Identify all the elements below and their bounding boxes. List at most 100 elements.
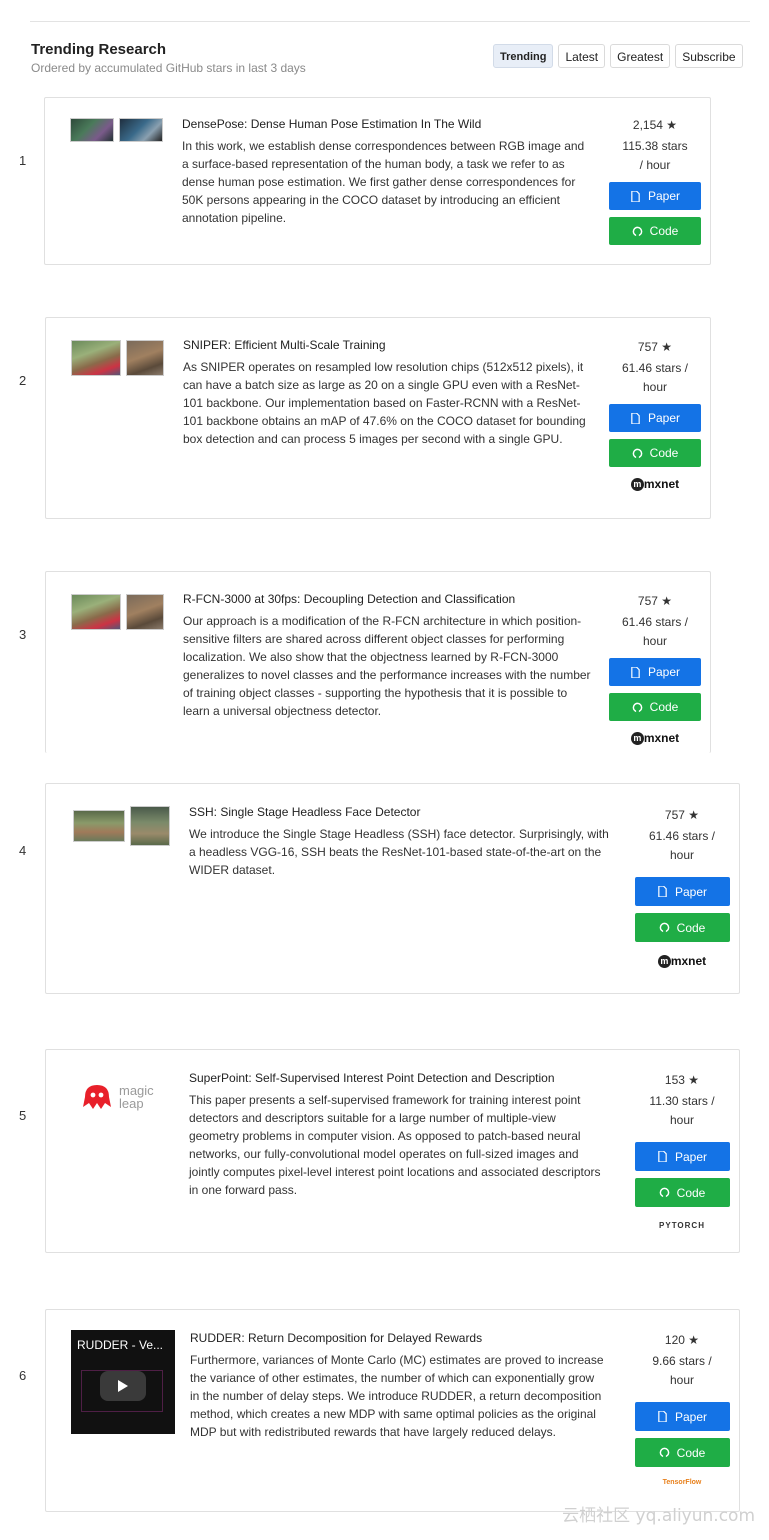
paper-card: magic leap SuperPoint: Self-Supervised I… — [45, 1049, 740, 1253]
star-count: 757 ★ — [605, 592, 705, 610]
paper-button[interactable]: Paper — [609, 182, 701, 210]
star-count-value: 120 — [664, 1333, 685, 1347]
github-icon — [632, 702, 643, 713]
page-title: Trending Research — [31, 41, 167, 58]
paper-abstract: Furthermore, variances of Monte Carlo (M… — [190, 1353, 604, 1439]
paper-thumbnail[interactable] — [71, 594, 121, 630]
paper-button[interactable]: Paper — [634, 877, 730, 906]
paper-title[interactable]: DensePose: Dense Human Pose Estimation I… — [182, 117, 481, 131]
paper-meta: 757 ★ 61.46 stars / hour Paper Code m mxn… — [605, 338, 705, 492]
star-icon: ★ — [661, 594, 673, 608]
code-button-label: Code — [649, 224, 679, 238]
star-count-value: 757 — [637, 594, 658, 608]
paper-button[interactable]: Paper — [634, 1142, 730, 1171]
code-button[interactable]: Code — [609, 217, 701, 245]
paper-thumbnails — [73, 806, 170, 846]
framework-name: mxnet — [643, 477, 680, 491]
paper-thumbnail[interactable] — [130, 806, 170, 846]
stars-per-hour: 115.38 stars / hour — [622, 139, 688, 172]
paper-title[interactable]: R-FCN-3000 at 30fps: Decoupling Detectio… — [183, 592, 515, 606]
star-count-value: 153 — [664, 1073, 685, 1087]
code-button[interactable]: Code — [634, 1178, 730, 1207]
paper-thumbnail[interactable] — [126, 594, 164, 630]
star-count: 120 ★ — [632, 1331, 732, 1349]
paper-thumbnail[interactable] — [70, 118, 114, 142]
document-icon — [658, 886, 667, 897]
code-button[interactable]: Code — [634, 1438, 730, 1467]
rank-number: 5 — [19, 1108, 27, 1123]
paper-card: SSH: Single Stage Headless Face Detector… — [45, 783, 740, 994]
paper-meta: 757 ★ 61.46 stars / hour Paper Code m mxn… — [605, 592, 705, 746]
paper-button[interactable]: Paper — [609, 658, 701, 686]
tab-trending[interactable]: Trending — [493, 44, 554, 68]
code-button[interactable]: Code — [609, 693, 701, 721]
document-icon — [658, 1411, 667, 1422]
top-divider — [30, 21, 750, 22]
paper-title[interactable]: SNIPER: Efficient Multi-Scale Training — [183, 338, 386, 352]
framework-logo-pytorch: PYTORCH — [659, 1221, 705, 1230]
paper-button[interactable]: Paper — [634, 1402, 730, 1431]
paper-button-label: Paper — [647, 189, 681, 203]
paper-thumbnail[interactable] — [126, 340, 164, 376]
tab-subscribe[interactable]: Subscribe — [675, 44, 743, 68]
star-icon: ★ — [666, 118, 678, 132]
rank-number: 1 — [19, 153, 27, 168]
rank-number: 2 — [19, 373, 27, 388]
page-subtitle: Ordered by accumulated GitHub stars in l… — [31, 61, 306, 75]
github-icon — [659, 1187, 670, 1198]
paper-meta: 120 ★ 9.66 stars / hour Paper Code Tenso… — [632, 1331, 732, 1486]
paper-title[interactable]: SuperPoint: Self-Supervised Interest Poi… — [189, 1071, 555, 1085]
stars-per-hour: 11.30 stars / hour — [649, 1094, 715, 1127]
framework-logo-mxnet: m mxnet — [632, 954, 732, 969]
framework-name: mxnet — [670, 954, 707, 968]
star-count: 757 ★ — [632, 806, 732, 824]
mxnet-logo-icon: m — [630, 478, 644, 492]
play-icon — [118, 1380, 128, 1392]
document-icon — [631, 190, 640, 202]
sort-tabs: Trending Latest Greatest Subscribe — [493, 44, 743, 68]
framework-logo-tensorflow: TensorFlow — [662, 1479, 702, 1486]
paper-title[interactable]: RUDDER: Return Decomposition for Delayed… — [190, 1331, 482, 1345]
rank-number: 3 — [19, 627, 27, 642]
paper-meta: 2,154 ★ 115.38 stars / hour Paper Code — [605, 116, 705, 245]
rank-number: 4 — [19, 843, 27, 858]
star-icon: ★ — [661, 340, 673, 354]
star-icon: ★ — [688, 808, 700, 822]
watermark: 云栖社区 yq.aliyun.com — [562, 1506, 755, 1526]
paper-abstract: This paper presents a self-supervised fr… — [189, 1093, 601, 1197]
paper-thumbnail[interactable] — [71, 340, 121, 376]
paper-thumbnail[interactable] — [73, 810, 125, 842]
magic-leap-logo: magic leap — [81, 1083, 163, 1111]
star-count: 153 ★ — [632, 1071, 732, 1089]
paper-card: SNIPER: Efficient Multi-Scale Training A… — [45, 317, 711, 519]
code-button-label: Code — [649, 446, 679, 460]
stars-per-hour: 9.66 stars / hour — [652, 1354, 712, 1387]
paper-card: DensePose: Dense Human Pose Estimation I… — [44, 97, 711, 265]
video-thumbnail[interactable]: RUDDER - Ve... — [71, 1330, 175, 1434]
code-button-label: Code — [676, 920, 706, 935]
document-icon — [658, 1151, 667, 1162]
star-count-value: 757 — [637, 340, 658, 354]
tab-greatest[interactable]: Greatest — [610, 44, 671, 68]
video-title: RUDDER - Ve... — [77, 1338, 164, 1352]
stars-per-hour: 61.46 stars / hour — [648, 829, 716, 862]
code-button-label: Code — [676, 1445, 706, 1460]
mxnet-logo-icon: m — [657, 955, 671, 969]
play-button[interactable] — [100, 1371, 146, 1401]
paper-thumbnails — [71, 340, 164, 376]
paper-button[interactable]: Paper — [609, 404, 701, 432]
tab-latest[interactable]: Latest — [558, 44, 606, 68]
code-button[interactable]: Code — [609, 439, 701, 467]
paper-title[interactable]: SSH: Single Stage Headless Face Detector — [189, 805, 420, 819]
github-icon — [632, 226, 643, 237]
magic-leap-wordmark: magic leap — [119, 1083, 154, 1111]
paper-button-label: Paper — [647, 665, 681, 679]
paper-thumbnail[interactable] — [119, 118, 163, 142]
github-icon — [659, 1447, 670, 1458]
code-button[interactable]: Code — [634, 913, 730, 942]
framework-logo-mxnet: m mxnet — [605, 477, 705, 492]
code-button-label: Code — [676, 1185, 706, 1200]
star-icon: ★ — [688, 1333, 700, 1347]
paper-button-label: Paper — [674, 884, 708, 899]
framework-logo-mxnet: m mxnet — [605, 731, 705, 746]
